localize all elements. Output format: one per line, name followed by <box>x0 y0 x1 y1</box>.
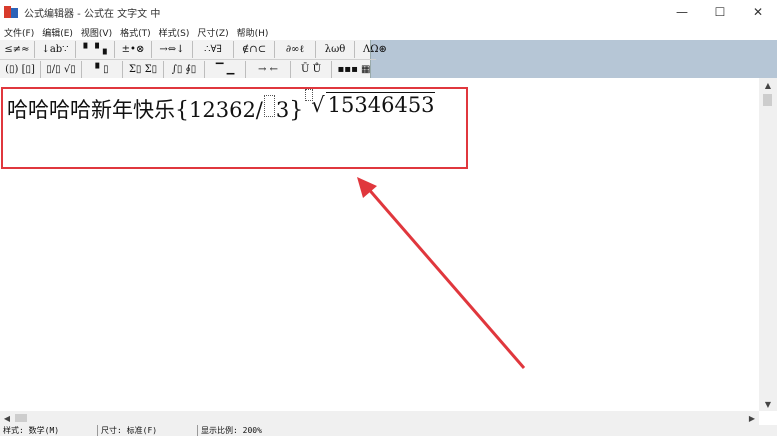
status-bar: 样式: 数学(M) 尺寸: 标准(F) 显示比例: 200% <box>0 425 777 436</box>
arrow-shaft <box>364 185 526 369</box>
vertical-scrollbar[interactable]: ▲ ▼ <box>759 78 777 411</box>
annotation-arrow <box>357 177 526 369</box>
scroll-up-arrow-icon[interactable]: ▲ <box>759 78 777 92</box>
vertical-scroll-thumb[interactable] <box>763 94 772 106</box>
scroll-left-arrow-icon[interactable]: ◀ <box>0 411 14 425</box>
horizontal-scrollbar[interactable]: ◀ ▶ <box>0 411 759 425</box>
status-zoom: 显示比例: 200% <box>201 426 262 435</box>
status-size: 尺寸: 标准(F) <box>98 425 198 436</box>
scroll-right-arrow-icon[interactable]: ▶ <box>745 411 759 425</box>
scroll-down-arrow-icon[interactable]: ▼ <box>759 397 777 411</box>
horizontal-scroll-thumb[interactable] <box>15 414 27 422</box>
status-style: 样式: 数学(M) <box>0 425 98 436</box>
